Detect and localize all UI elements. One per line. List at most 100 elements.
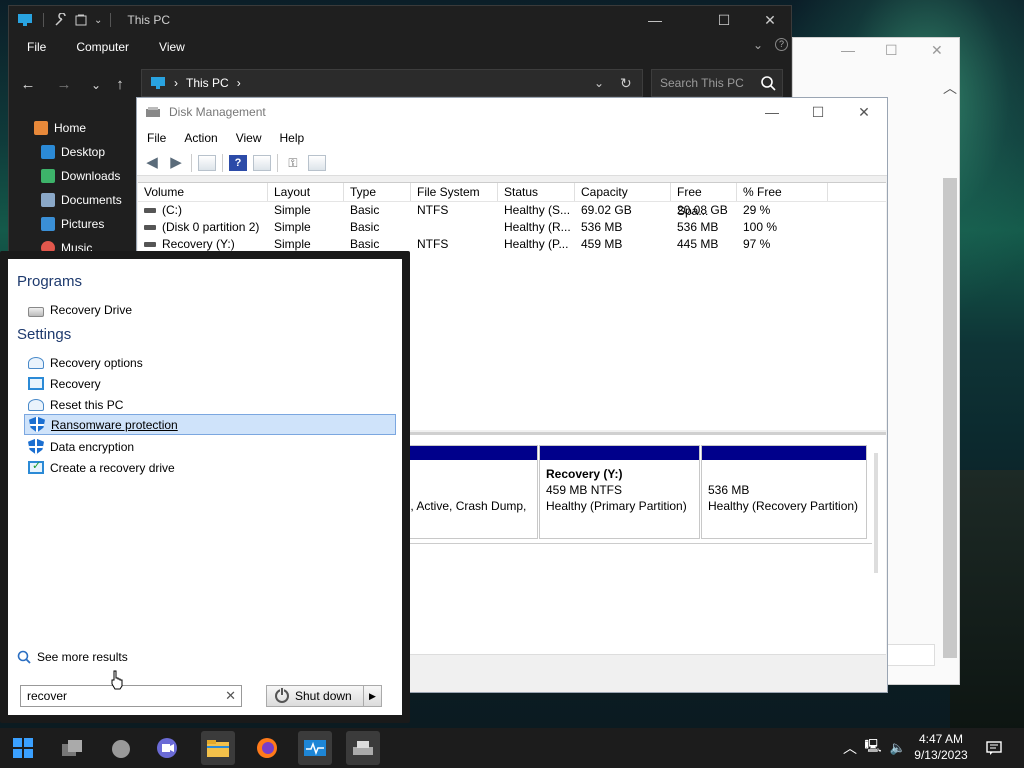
file-explorer-taskbar-button[interactable] [201,731,235,765]
partition-block-c[interactable]: le, Active, Crash Dump, [406,445,538,539]
address-bar[interactable]: › This PC › ⌄ ↻ [141,69,643,97]
result-recovery-drive[interactable]: Recovery Drive [24,299,396,320]
chevron-down-icon[interactable]: ⌄ [753,38,763,52]
task-view-button[interactable] [55,731,89,765]
drive-icon [144,208,156,214]
clock[interactable]: 4:47 AM 9/13/2023 [905,731,977,763]
column-header[interactable]: Layout [268,183,344,201]
column-header[interactable]: File System [411,183,498,201]
result-ransomware-protection[interactable]: Ransomware protection [24,414,396,435]
result-data-encryption[interactable]: Data encryption [24,436,396,457]
onedrive-button[interactable] [104,731,138,765]
scrollbar[interactable] [943,178,957,658]
close-icon[interactable]: ✕ [747,6,793,34]
firefox-button[interactable] [250,731,284,765]
nav-item-home[interactable]: Home [9,116,139,140]
close-icon[interactable]: ✕ [841,98,887,126]
clear-icon[interactable]: ✕ [225,686,236,706]
help-icon[interactable]: ? [775,38,788,51]
start-button[interactable] [6,731,40,765]
search-icon[interactable] [760,75,776,91]
menu-help[interactable]: Help [280,131,305,145]
power-icon [275,687,289,703]
see-more-results-link[interactable]: See more results [17,650,128,664]
search-icon [17,650,31,664]
chevron-up-icon[interactable]: ︿ [840,738,860,758]
column-header[interactable]: Free Spa... [671,183,737,218]
forward-arrow-icon[interactable]: → [53,74,75,96]
nav-item-documents[interactable]: Documents [9,188,139,212]
show-hide-tree-icon[interactable] [198,154,216,171]
maximize-icon[interactable]: ☐ [795,98,841,126]
table-row[interactable]: (C:) Simple Basic NTFS Healthy (S... 69.… [138,202,886,219]
minimize-icon[interactable]: — [632,6,678,34]
column-header[interactable]: Status [498,183,575,201]
table-row[interactable]: (Disk 0 partition 2) Simple Basic Health… [138,219,886,236]
refresh-icon[interactable]: ↻ [620,75,632,92]
shutdown-button[interactable]: Shut down ▶ [266,685,382,707]
resource-monitor-button[interactable] [298,731,332,765]
reset-icon [28,398,44,411]
nav-item-desktop[interactable]: Desktop [9,140,139,164]
result-reset-this-pc[interactable]: Reset this PC [24,394,396,415]
nav-item-downloads[interactable]: Downloads [9,164,139,188]
start-search-menu[interactable]: Programs Recovery Drive Settings Recover… [0,251,410,723]
section-header-programs: Programs [17,273,83,290]
chevron-down-icon[interactable]: ⌄ [594,76,604,90]
network-icon[interactable]: 🖳 [860,737,886,759]
shutdown-options-arrow-icon[interactable]: ▶ [363,686,381,706]
minimize-icon[interactable]: — [841,42,855,58]
key-icon[interactable]: ⚿ [284,155,302,171]
menu-computer[interactable]: Computer [76,40,129,54]
bottom-field[interactable] [883,644,935,666]
shield-icon [29,416,45,433]
result-recovery-options[interactable]: Recovery options [24,352,396,373]
partition-block-recovery[interactable]: Recovery (Y:) 459 MB NTFS Healthy (Prima… [539,445,700,539]
close-icon[interactable]: ✕ [931,42,943,59]
search-input[interactable]: Search This PC [651,69,783,97]
menu-action[interactable]: Action [184,131,217,145]
menu-file[interactable]: File [147,131,166,145]
breadcrumb-chevron-icon: › [236,76,241,90]
menu-view[interactable]: View [236,131,262,145]
maximize-icon[interactable]: ☐ [701,6,747,34]
result-recovery[interactable]: Recovery [24,373,396,394]
chevron-down-icon[interactable]: ⌄ [94,15,102,26]
teams-button[interactable] [151,731,185,765]
breadcrumb[interactable]: This PC [186,76,229,90]
wrench-icon[interactable] [54,13,68,27]
recent-chevron-icon[interactable]: ⌄ [85,74,107,96]
help-icon[interactable]: ? [229,154,247,171]
scrollbar[interactable] [874,453,878,573]
column-header[interactable]: Volume [138,183,268,201]
column-header[interactable]: Capacity [575,183,671,201]
notifications-button[interactable] [984,728,1004,768]
nav-item-pictures[interactable]: Pictures [9,212,139,236]
minimize-icon[interactable]: — [749,98,795,126]
list-view-icon[interactable] [308,154,326,171]
up-arrow-icon[interactable]: ↑ [109,74,131,96]
back-arrow-icon[interactable]: ◀ [143,154,161,171]
window-title: This PC [127,13,171,27]
start-search-input[interactable]: recover ✕ [20,685,242,707]
column-header[interactable]: Type [344,183,411,201]
column-header[interactable]: % Free [737,183,828,201]
properties-icon[interactable] [74,13,88,27]
notification-icon [986,741,1002,755]
back-arrow-icon[interactable]: ← [17,74,39,96]
chevron-up-icon[interactable]: ︿ [943,78,957,98]
menu-view[interactable]: View [159,40,185,54]
system-tray: ︿ 🖳 🔈 [840,728,910,768]
disk-management-taskbar-button[interactable] [346,731,380,765]
pictures-icon [41,217,55,231]
partition-band [702,446,866,460]
menu-file[interactable]: File [27,40,46,54]
explorer-menubar: File Computer View ⌄ ? [9,34,791,60]
window-title: Disk Management [169,105,266,119]
result-create-recovery-drive[interactable]: Create a recovery drive [24,457,396,478]
properties-icon[interactable] [253,154,271,171]
forward-arrow-icon[interactable]: ▶ [167,154,185,171]
diskmgmt-menubar: File Action View Help [137,126,887,150]
partition-block-recovery-partition[interactable]: 536 MB Healthy (Recovery Partition) [701,445,867,539]
maximize-icon[interactable]: ☐ [885,42,898,59]
